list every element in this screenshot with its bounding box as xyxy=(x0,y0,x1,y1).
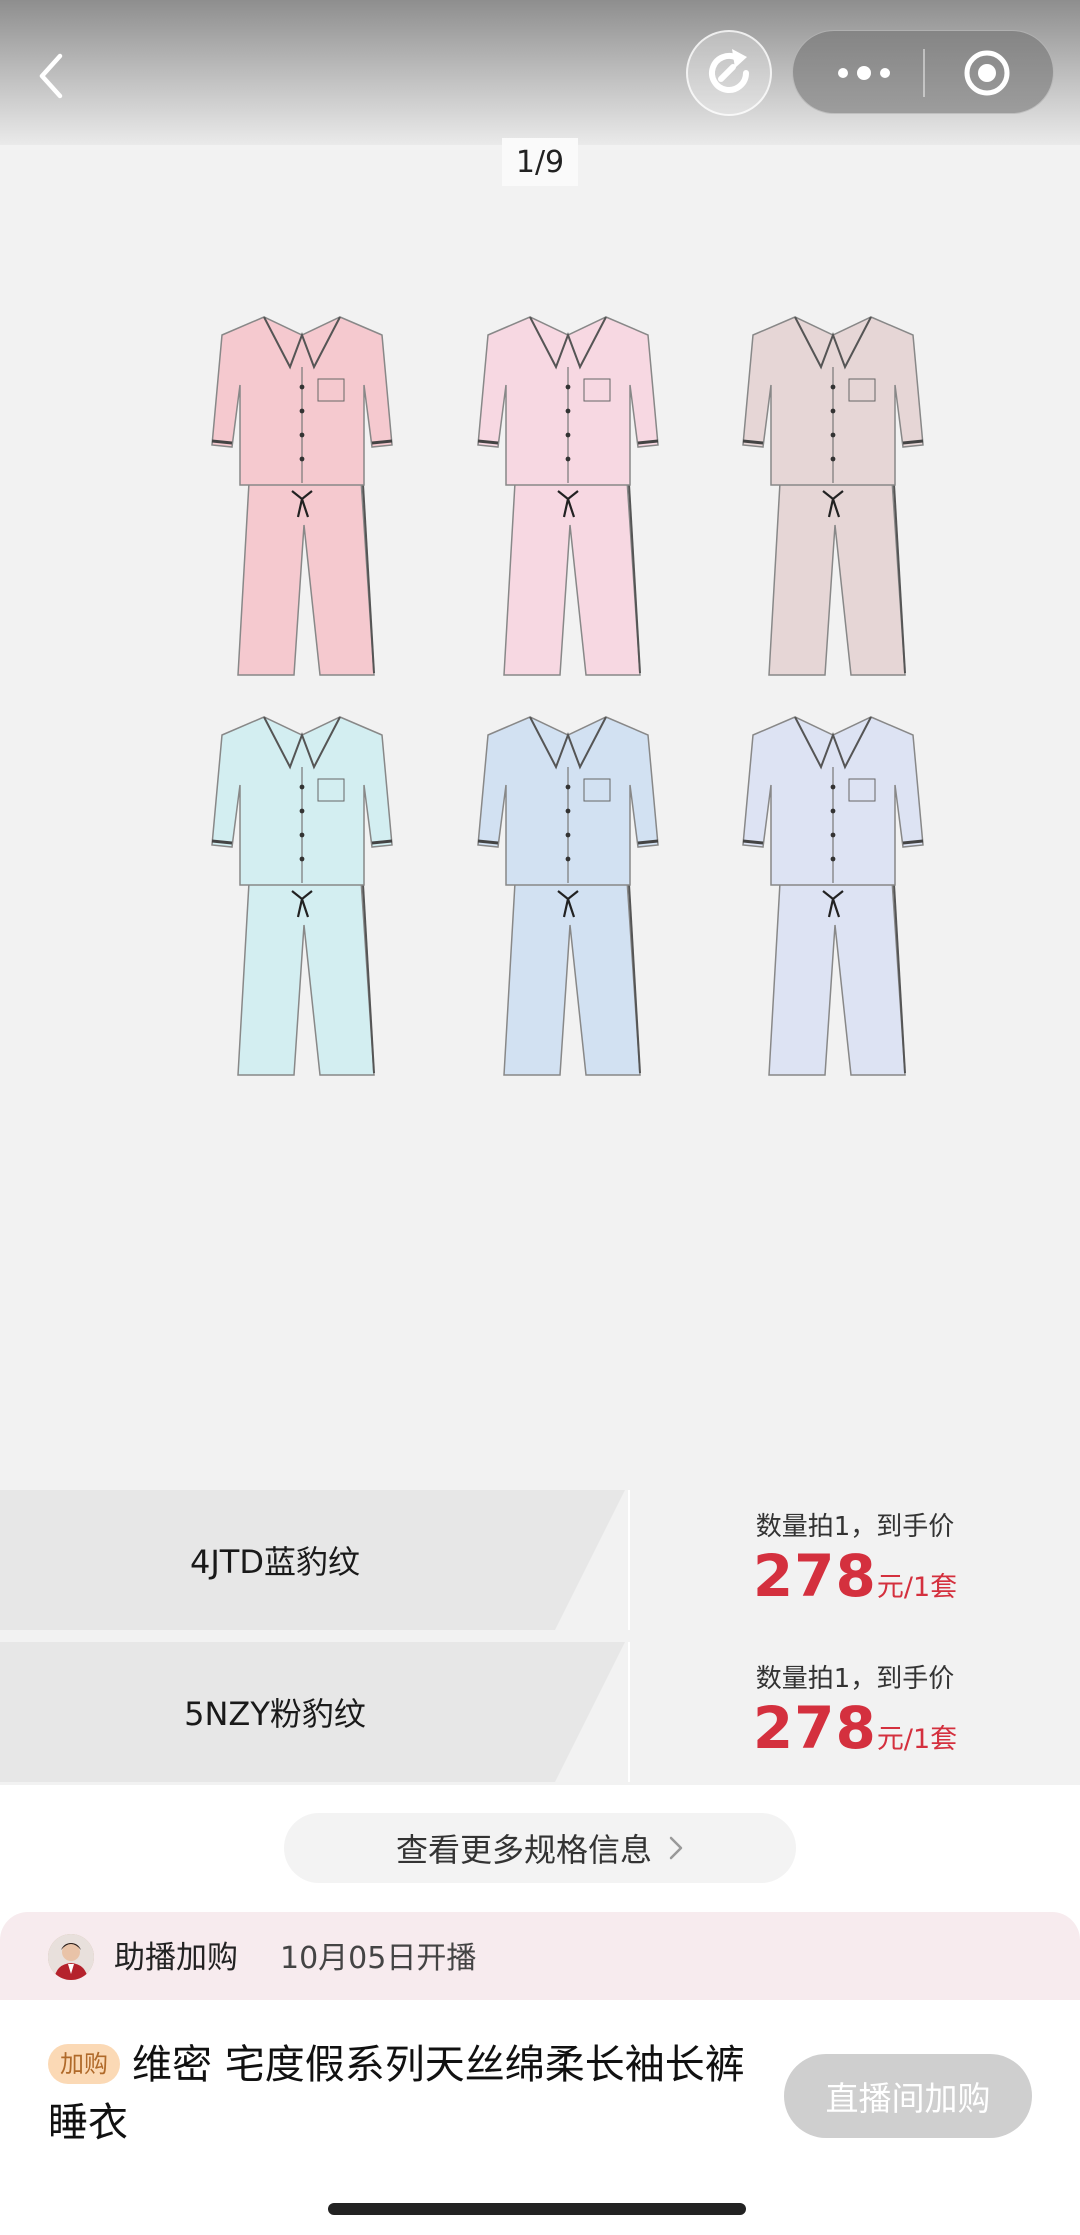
pajama-illustration xyxy=(211,316,924,1076)
avatar-illustration xyxy=(48,1934,94,1980)
pajama-set xyxy=(742,716,924,1076)
more-specs-button[interactable]: 查看更多规格信息 xyxy=(284,1813,796,1883)
live-broadcast-strip[interactable]: 助播加购 10月05日开播 xyxy=(0,1912,1080,2000)
live-title: 助播加购 xyxy=(114,1940,238,1976)
spec-price-note: 数量拍1，到手价 xyxy=(755,1664,955,1694)
spec-price-note: 数量拍1，到手价 xyxy=(755,1512,955,1542)
spec-price: 278元/1套 xyxy=(630,1694,1080,1762)
top-navigation-bar xyxy=(0,0,1080,145)
pajama-set xyxy=(742,316,924,676)
spec-price: 278元/1套 xyxy=(630,1542,1080,1610)
product-title-text: 维密 宅度假系列天丝绵柔长袖长裤睡衣 xyxy=(48,2042,745,2146)
product-image-gallery[interactable] xyxy=(0,145,1080,1485)
chevron-right-icon xyxy=(669,1836,683,1860)
spec-name: 4JTD蓝豹纹 xyxy=(190,1543,360,1581)
target-circle-icon xyxy=(964,50,1010,96)
image-pager: 1/9 xyxy=(502,138,578,186)
share-button[interactable] xyxy=(686,30,772,116)
pajama-set xyxy=(477,716,659,1076)
more-button[interactable] xyxy=(829,51,899,95)
share-arrow-icon xyxy=(709,49,749,93)
price-unit: 元/1套 xyxy=(876,1724,958,1755)
close-button[interactable] xyxy=(963,49,1011,97)
live-room-buy-button[interactable]: 直播间加购 xyxy=(784,2054,1032,2138)
add-badge: 加购 xyxy=(48,2044,120,2084)
pajama-set xyxy=(211,316,393,676)
more-dots-icon xyxy=(838,66,890,80)
live-time: 10月05日开播 xyxy=(280,1941,477,1976)
capsule-divider xyxy=(923,49,925,97)
pajama-set xyxy=(477,316,659,676)
back-button[interactable] xyxy=(32,48,72,104)
avatar xyxy=(48,1934,94,1980)
chevron-left-icon xyxy=(39,53,63,99)
spec-row[interactable]: 4JTD蓝豹纹 数量拍1，到手价 278元/1套 xyxy=(0,1490,1080,1630)
more-specs-label: 查看更多规格信息 xyxy=(395,1831,652,1869)
spec-price-panel: 数量拍1，到手价 278元/1套 xyxy=(628,1490,1080,1630)
pajama-set xyxy=(211,716,393,1076)
spec-row[interactable]: 5NZY粉豹纹 数量拍1，到手价 278元/1套 xyxy=(0,1642,1080,1782)
price-number: 278 xyxy=(752,1694,877,1762)
spec-price-panel: 数量拍1，到手价 278元/1套 xyxy=(628,1642,1080,1782)
spec-name: 5NZY粉豹纹 xyxy=(184,1695,366,1733)
price-number: 278 xyxy=(752,1542,877,1610)
mini-program-capsule xyxy=(792,30,1054,114)
price-unit: 元/1套 xyxy=(876,1572,958,1603)
product-title: 加购 维密 宅度假系列天丝绵柔长袖长裤睡衣 xyxy=(48,2036,783,2152)
home-indicator xyxy=(328,2203,746,2215)
